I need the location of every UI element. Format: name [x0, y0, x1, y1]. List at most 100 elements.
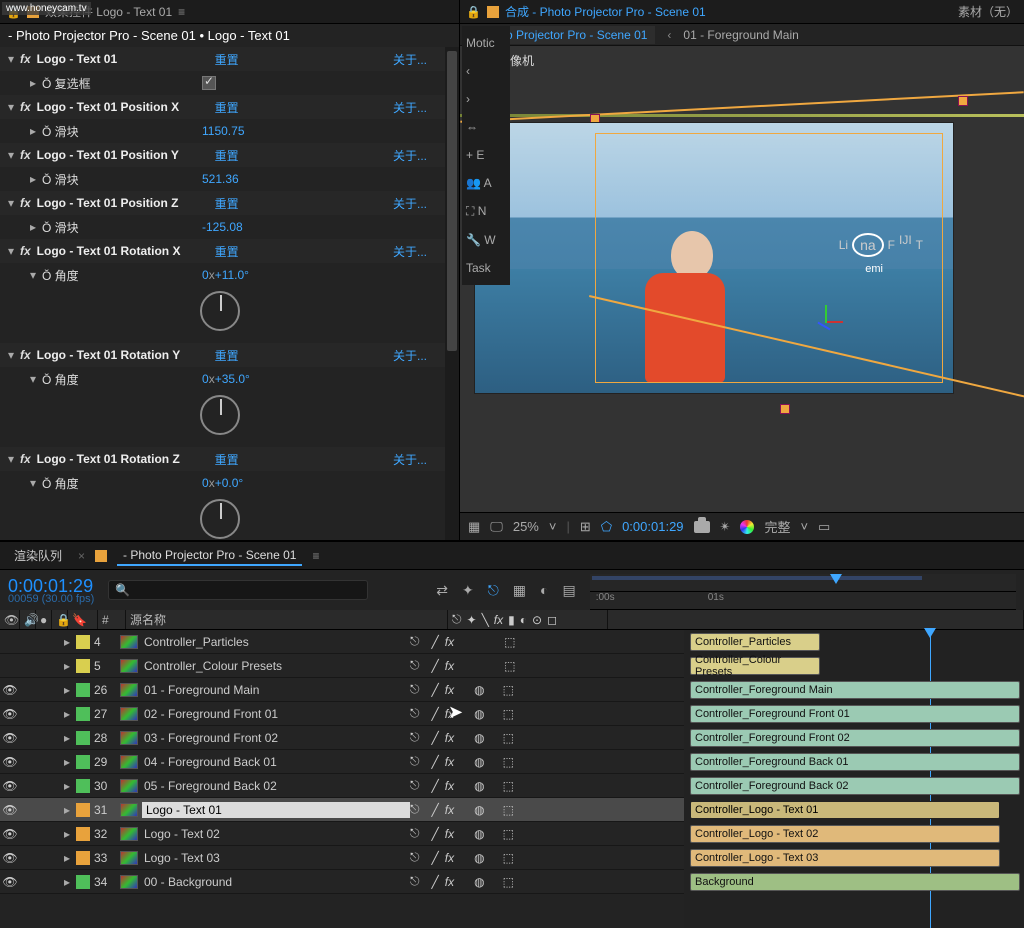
quality-icon[interactable]: ╱: [432, 827, 439, 841]
effect-name[interactable]: Logo - Text 01 Rotation Z: [35, 452, 215, 466]
3d-toggle-icon[interactable]: ⬚: [504, 659, 515, 673]
layer-name[interactable]: 05 - Foreground Back 02: [142, 779, 410, 793]
fx-badge[interactable]: fx: [20, 52, 31, 66]
col-label[interactable]: 🔖: [68, 610, 98, 629]
snapshot-icon[interactable]: ✴: [720, 519, 731, 535]
layer-bar[interactable]: Controller_Foreground Main: [690, 681, 1020, 699]
col-lock[interactable]: 🔒: [52, 610, 68, 629]
property-value[interactable]: 0x+35.0°: [202, 372, 250, 386]
visibility-toggle[interactable]: 👁: [0, 707, 20, 721]
twirl-icon[interactable]: ▾: [6, 52, 16, 66]
tab-menu-icon[interactable]: ≡: [178, 5, 185, 19]
layer-name[interactable]: 03 - Foreground Front 02: [142, 731, 410, 745]
twirl-icon[interactable]: ▾: [6, 100, 16, 114]
layer-name[interactable]: 01 - Foreground Main: [142, 683, 410, 697]
flow-tab-fg[interactable]: 01 - Foreground Main: [683, 28, 798, 42]
layer-label-color[interactable]: [76, 659, 90, 673]
fx-badge[interactable]: fx: [20, 348, 31, 362]
fx-toggle[interactable]: fx: [445, 659, 454, 673]
effect-name[interactable]: Logo - Text 01 Rotation X: [35, 244, 215, 258]
time-indicator[interactable]: [830, 574, 842, 584]
about-link[interactable]: 关于...: [393, 51, 453, 68]
side-tool[interactable]: ›: [466, 92, 470, 106]
shy-icon[interactable]: ⎋: [410, 778, 420, 793]
property-value[interactable]: 521.36: [202, 172, 239, 186]
effect-name[interactable]: Logo - Text 01 Position Y: [35, 148, 215, 162]
layer-switches[interactable]: ⎋ ╱ fx ◍ ⬚: [410, 802, 570, 817]
layer-bar[interactable]: Controller_Logo - Text 01: [690, 801, 1000, 819]
fx-toggle[interactable]: fx: [445, 803, 454, 817]
timeline-bars-area[interactable]: Controller_ParticlesController_Colour Pr…: [684, 630, 1024, 928]
lock-icon[interactable]: 🔒: [466, 5, 481, 19]
fx-toggle[interactable]: fx: [445, 851, 454, 865]
collapse-icon[interactable]: ◍: [474, 779, 484, 793]
layer-label-color[interactable]: [76, 875, 90, 889]
layer-bar[interactable]: Controller_Logo - Text 02: [690, 825, 1000, 843]
twirl-icon[interactable]: ▸: [60, 707, 74, 721]
layer-switches[interactable]: ⎋ ╱ fx ⬚: [410, 658, 570, 673]
twirl-icon[interactable]: ▸: [28, 220, 38, 234]
graph-editor-icon[interactable]: ▤: [562, 582, 575, 599]
viewer[interactable]: 活动摄像机 Li na F IJI T emi: [460, 46, 1024, 512]
layer-label-color[interactable]: [76, 683, 90, 697]
collapse-icon[interactable]: ◍: [474, 827, 484, 841]
side-tool[interactable]: Motic: [466, 36, 495, 50]
about-link[interactable]: 关于...: [393, 147, 453, 164]
reset-link[interactable]: 重置: [215, 347, 275, 364]
layer-name[interactable]: Logo - Text 03: [142, 851, 410, 865]
side-tool[interactable]: ‹: [466, 64, 470, 78]
collapse-icon[interactable]: ◍: [474, 755, 484, 769]
layer-label-color[interactable]: [76, 707, 90, 721]
fx-toggle[interactable]: fx: [445, 875, 454, 889]
camera-icon[interactable]: [694, 521, 710, 533]
side-tool[interactable]: Task: [466, 261, 491, 275]
twirl-icon[interactable]: ▾: [28, 476, 38, 490]
reset-link[interactable]: 重置: [215, 451, 275, 468]
property-value[interactable]: 1150.75: [202, 124, 245, 138]
visibility-toggle[interactable]: 👁: [0, 779, 20, 793]
twirl-icon[interactable]: ▸: [28, 76, 38, 90]
fx-toggle[interactable]: fx: [445, 779, 454, 793]
twirl-icon[interactable]: ▸: [60, 755, 74, 769]
visibility-toggle[interactable]: 👁: [0, 803, 20, 817]
scrollbar-thumb[interactable]: [447, 51, 457, 351]
twirl-icon[interactable]: ▾: [6, 148, 16, 162]
twirl-icon[interactable]: ▸: [60, 827, 74, 841]
layer-label-color[interactable]: [76, 755, 90, 769]
side-tool[interactable]: ⛶ N: [466, 204, 486, 219]
shy-icon[interactable]: ⎋: [410, 754, 420, 769]
fx-badge[interactable]: fx: [20, 148, 31, 162]
frame-blend-icon[interactable]: ▦: [513, 582, 526, 599]
visibility-toggle[interactable]: 👁: [0, 875, 20, 889]
resolution-icon[interactable]: ⊞: [580, 519, 591, 535]
zoom-level[interactable]: 25%: [513, 519, 539, 534]
monitor-icon[interactable]: 🖵: [490, 519, 503, 535]
comp-flow-icon[interactable]: ⇄: [436, 582, 448, 599]
shy-icon[interactable]: ⎋: [410, 706, 420, 721]
3d-toggle-icon[interactable]: ⬚: [503, 827, 514, 841]
about-link[interactable]: 关于...: [393, 195, 453, 212]
side-tool[interactable]: 👥 A: [466, 176, 492, 190]
layer-label-color[interactable]: [76, 827, 90, 841]
quality-chevron-icon[interactable]: ˅: [800, 519, 808, 534]
collapse-icon[interactable]: ◍: [474, 707, 484, 721]
about-link[interactable]: 关于...: [393, 243, 453, 260]
collapse-icon[interactable]: ◍: [474, 851, 484, 865]
time-ruler[interactable]: :00s 01s: [590, 592, 1016, 610]
layer-name[interactable]: 02 - Foreground Front 01: [142, 707, 410, 721]
twirl-icon[interactable]: ▾: [6, 196, 16, 210]
twirl-icon[interactable]: ▸: [60, 731, 74, 745]
3d-toggle-icon[interactable]: ⬚: [504, 635, 515, 649]
fx-toggle[interactable]: fx: [445, 755, 454, 769]
shy-icon[interactable]: ⎋: [410, 850, 420, 865]
quality-icon[interactable]: ╱: [432, 851, 439, 865]
render-queue-tab[interactable]: 渲染队列: [8, 545, 68, 566]
composition-tab[interactable]: 合成 - Photo Projector Pro - Scene 01: [505, 3, 706, 20]
grid-icon[interactable]: ▦: [468, 519, 480, 535]
chevron-left-icon[interactable]: ‹: [667, 28, 671, 42]
shy-icon[interactable]: ⎋: [410, 826, 420, 841]
fx-badge[interactable]: fx: [20, 100, 31, 114]
zoom-dropdown-icon[interactable]: ˅: [549, 519, 557, 534]
twirl-icon[interactable]: ▾: [28, 372, 38, 386]
fx-toggle[interactable]: fx: [445, 827, 454, 841]
